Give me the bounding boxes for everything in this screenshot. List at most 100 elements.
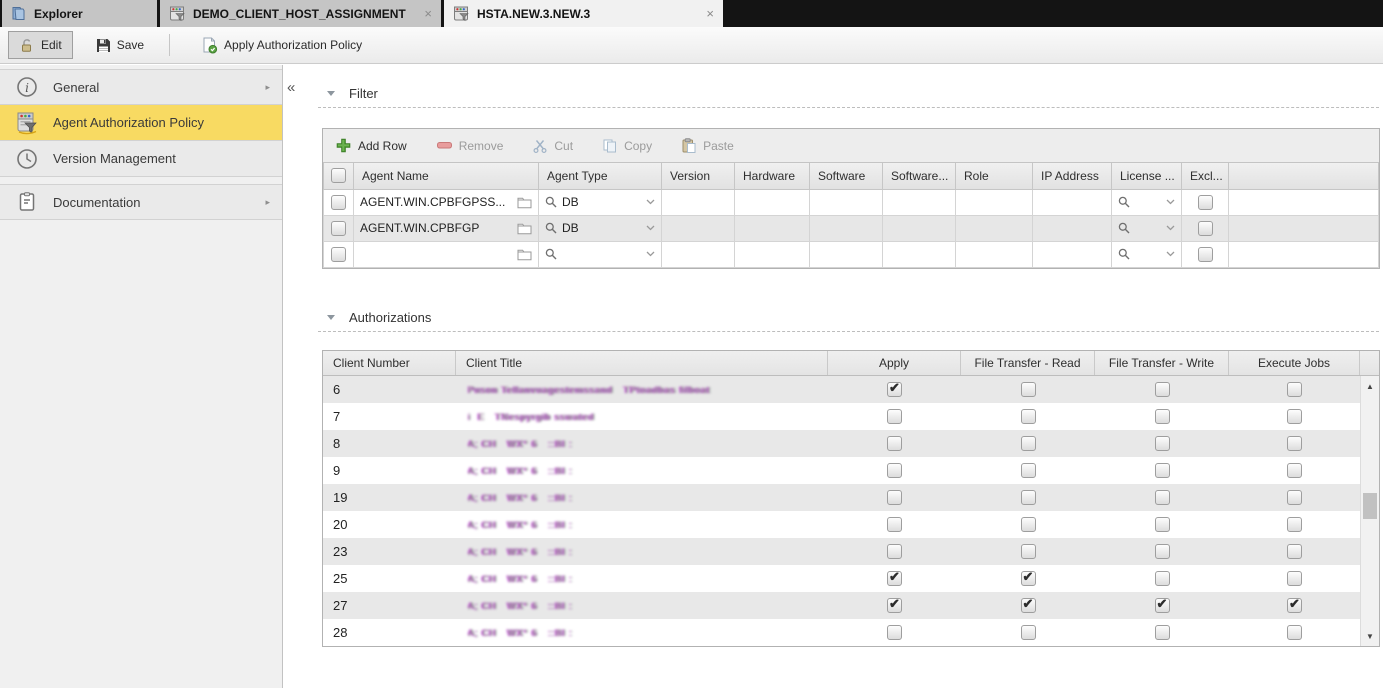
collapse-triangle-icon[interactable]	[327, 91, 335, 96]
chevron-down-icon[interactable]	[1166, 251, 1175, 257]
search-icon[interactable]	[1118, 196, 1130, 208]
scroll-down-icon[interactable]: ▼	[1361, 629, 1379, 643]
file-transfer-write-checkbox[interactable]	[1154, 409, 1170, 424]
software2-cell[interactable]	[882, 188, 956, 216]
license-cell[interactable]	[1111, 214, 1182, 242]
role-cell[interactable]	[955, 188, 1033, 216]
execute-jobs-checkbox[interactable]	[1287, 409, 1302, 424]
chevron-down-icon[interactable]	[646, 199, 655, 205]
ip-address-cell[interactable]	[1032, 240, 1112, 268]
excluded-checkbox[interactable]	[1197, 246, 1213, 262]
software-cell[interactable]	[809, 214, 883, 242]
software-cell[interactable]	[809, 188, 883, 216]
file-transfer-write-checkbox[interactable]	[1154, 625, 1170, 640]
tab-close-icon[interactable]: ×	[706, 7, 714, 20]
file-transfer-write-checkbox[interactable]	[1154, 490, 1170, 505]
execute-jobs-checkbox[interactable]	[1287, 596, 1302, 613]
apply-checkbox[interactable]	[887, 544, 902, 559]
chevron-down-icon[interactable]	[1166, 199, 1175, 205]
edit-button[interactable]: Edit	[8, 31, 73, 59]
chevron-right-icon[interactable]: ▸	[265, 197, 270, 208]
folder-browse-icon[interactable]	[517, 248, 532, 261]
file-transfer-read-checkbox[interactable]	[1020, 517, 1036, 532]
apply-checkbox[interactable]	[887, 409, 902, 424]
remove-button[interactable]: Remove	[436, 139, 503, 153]
software2-cell[interactable]	[882, 240, 956, 268]
file-transfer-write-checkbox[interactable]	[1154, 571, 1170, 586]
cut-button[interactable]: Cut	[533, 139, 573, 153]
file-transfer-read-checkbox[interactable]	[1020, 625, 1036, 640]
row-select-checkbox[interactable]	[331, 220, 346, 236]
apply-checkbox[interactable]	[887, 380, 902, 397]
apply-checkbox[interactable]	[887, 596, 902, 613]
row-select-checkbox[interactable]	[331, 194, 346, 210]
copy-button[interactable]: Copy	[603, 139, 652, 153]
role-cell[interactable]	[955, 214, 1033, 242]
file-transfer-read-checkbox[interactable]	[1020, 436, 1036, 451]
file-transfer-read-checkbox[interactable]	[1020, 490, 1036, 505]
hardware-cell[interactable]	[734, 188, 810, 216]
agent-name-cell[interactable]: AGENT.WIN.CPBFGPSS...	[353, 188, 539, 216]
chevron-down-icon[interactable]	[1166, 225, 1175, 231]
license-cell[interactable]	[1111, 240, 1182, 268]
execute-jobs-checkbox[interactable]	[1287, 517, 1302, 532]
agent-name-cell[interactable]: AGENT.WIN.CPBFGP	[353, 214, 539, 242]
chevron-right-icon[interactable]: ▸	[265, 82, 270, 93]
authorizations-section-header[interactable]: Authorizations	[327, 310, 431, 325]
excluded-checkbox[interactable]	[1197, 220, 1213, 236]
apply-checkbox[interactable]	[887, 436, 902, 451]
search-icon[interactable]	[545, 196, 557, 208]
role-cell[interactable]	[955, 240, 1033, 268]
folder-browse-icon[interactable]	[517, 196, 532, 209]
version-cell[interactable]	[661, 188, 735, 216]
execute-jobs-checkbox[interactable]	[1287, 544, 1302, 559]
hardware-cell[interactable]	[734, 240, 810, 268]
tab-explorer[interactable]: Explorer	[2, 0, 157, 27]
apply-checkbox[interactable]	[887, 517, 902, 532]
ip-address-cell[interactable]	[1032, 188, 1112, 216]
row-select-checkbox[interactable]	[331, 246, 346, 262]
search-icon[interactable]	[545, 248, 557, 260]
select-all-checkbox[interactable]	[331, 168, 346, 184]
file-transfer-write-checkbox[interactable]	[1154, 463, 1170, 478]
software-cell[interactable]	[809, 240, 883, 268]
license-cell[interactable]	[1111, 188, 1182, 216]
version-cell[interactable]	[661, 214, 735, 242]
ip-address-cell[interactable]	[1032, 214, 1112, 242]
agent-type-cell[interactable]: DB	[538, 214, 662, 242]
folder-browse-icon[interactable]	[517, 222, 532, 235]
apply-checkbox[interactable]	[887, 463, 902, 478]
file-transfer-read-checkbox[interactable]	[1020, 569, 1036, 586]
tab-hsta-new-3-new-3[interactable]: HSTA.NEW.3.NEW.3 ×	[444, 0, 723, 27]
file-transfer-read-checkbox[interactable]	[1020, 544, 1036, 559]
paste-button[interactable]: Paste	[682, 138, 734, 153]
software2-cell[interactable]	[882, 214, 956, 242]
sidebar-item-general[interactable]: i General ▸	[0, 69, 282, 105]
add-row-button[interactable]: Add Row	[336, 138, 407, 153]
scroll-up-icon[interactable]: ▲	[1361, 379, 1379, 393]
file-transfer-write-checkbox[interactable]	[1154, 596, 1170, 613]
file-transfer-read-checkbox[interactable]	[1020, 382, 1036, 397]
scrollbar-thumb[interactable]	[1363, 493, 1377, 519]
search-icon[interactable]	[1118, 248, 1130, 260]
tab-demo-client-host-assignment[interactable]: DEMO_CLIENT_HOST_ASSIGNMENT ×	[160, 0, 441, 27]
sidebar-collapse-button[interactable]: «	[287, 79, 295, 96]
apply-checkbox[interactable]	[887, 625, 902, 640]
chevron-down-icon[interactable]	[646, 251, 655, 257]
apply-checkbox[interactable]	[887, 569, 902, 586]
execute-jobs-checkbox[interactable]	[1287, 571, 1302, 586]
chevron-down-icon[interactable]	[646, 225, 655, 231]
file-transfer-write-checkbox[interactable]	[1154, 517, 1170, 532]
collapse-triangle-icon[interactable]	[327, 315, 335, 320]
search-icon[interactable]	[1118, 222, 1130, 234]
agent-type-cell[interactable]	[538, 240, 662, 268]
file-transfer-write-checkbox[interactable]	[1154, 544, 1170, 559]
apply-authorization-policy-button[interactable]: Apply Authorization Policy	[190, 31, 373, 60]
file-transfer-write-checkbox[interactable]	[1154, 436, 1170, 451]
excluded-checkbox[interactable]	[1197, 194, 1213, 210]
filter-section-header[interactable]: Filter	[327, 86, 378, 101]
save-button[interactable]: Save	[85, 32, 155, 59]
sidebar-item-documentation[interactable]: Documentation ▸	[0, 184, 282, 220]
tab-close-icon[interactable]: ×	[424, 7, 432, 20]
execute-jobs-checkbox[interactable]	[1287, 463, 1302, 478]
